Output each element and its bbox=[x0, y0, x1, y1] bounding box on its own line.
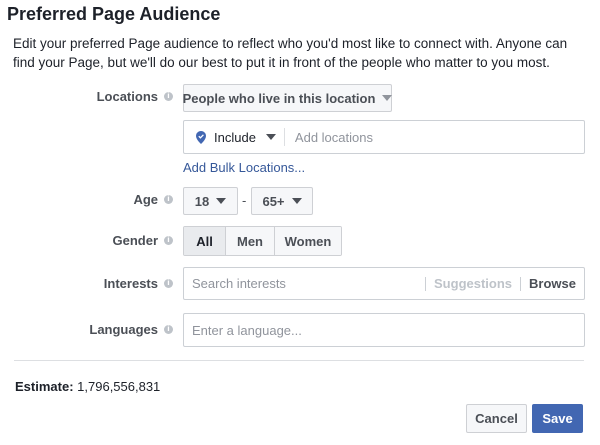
location-scope-dropdown[interactable]: People who live in this location bbox=[182, 84, 393, 112]
dialog-description: Edit your preferred Page audience to ref… bbox=[13, 36, 568, 70]
age-label-text: Age bbox=[133, 192, 158, 207]
languages-field bbox=[183, 313, 585, 347]
location-pin-icon bbox=[196, 130, 206, 144]
locations-label-text: Locations bbox=[96, 89, 158, 104]
cancel-button[interactable]: Cancel bbox=[466, 404, 527, 433]
dialog-title: Preferred Page Audience bbox=[7, 4, 221, 24]
age-max-dropdown[interactable]: 65+ bbox=[251, 187, 313, 215]
languages-input[interactable] bbox=[192, 322, 584, 338]
browse-button[interactable]: Browse bbox=[529, 276, 576, 291]
age-label: Age i bbox=[133, 192, 173, 207]
info-icon[interactable]: i bbox=[164, 92, 173, 101]
chevron-down-icon bbox=[265, 134, 276, 140]
locations-label: Locations i bbox=[97, 89, 173, 104]
gender-selector: All Men Women bbox=[183, 226, 342, 256]
chevron-down-icon bbox=[216, 198, 227, 204]
interests-label: Interests i bbox=[104, 276, 173, 291]
age-min-value: 18 bbox=[194, 193, 210, 209]
gender-label-text: Gender bbox=[112, 233, 158, 248]
include-dropdown[interactable]: Include bbox=[184, 121, 284, 153]
age-separator: - bbox=[242, 193, 247, 208]
audience-estimate: Estimate: 1,796,556,831 bbox=[15, 379, 160, 394]
interests-label-text: Interests bbox=[103, 276, 158, 291]
field-separator bbox=[425, 276, 427, 291]
field-separator bbox=[520, 276, 522, 291]
age-min-dropdown[interactable]: 18 bbox=[183, 187, 238, 215]
location-scope-label: People who live in this location bbox=[182, 90, 376, 106]
info-icon[interactable]: i bbox=[164, 236, 173, 245]
gender-option-women[interactable]: Women bbox=[274, 227, 341, 255]
estimate-value: 1,796,556,831 bbox=[77, 379, 161, 394]
gender-label: Gender i bbox=[112, 233, 173, 248]
locations-input[interactable] bbox=[294, 129, 584, 145]
languages-label: Languages i bbox=[89, 322, 173, 337]
gender-option-all[interactable]: All bbox=[184, 227, 225, 255]
interests-input[interactable] bbox=[192, 276, 426, 291]
gender-option-men[interactable]: Men bbox=[225, 227, 274, 255]
info-icon[interactable]: i bbox=[164, 279, 173, 288]
interests-field: Suggestions Browse bbox=[183, 267, 585, 300]
languages-label-text: Languages bbox=[89, 322, 158, 337]
field-separator bbox=[283, 128, 285, 146]
locations-field: Include bbox=[183, 120, 585, 154]
estimate-label: Estimate: bbox=[15, 379, 74, 394]
suggestions-button[interactable]: Suggestions bbox=[434, 276, 512, 291]
info-icon[interactable]: i bbox=[164, 325, 173, 334]
add-bulk-locations-link[interactable]: Add Bulk Locations... bbox=[183, 160, 305, 175]
info-icon[interactable]: i bbox=[164, 195, 173, 204]
divider bbox=[14, 360, 584, 361]
save-button[interactable]: Save bbox=[532, 404, 583, 433]
chevron-down-icon bbox=[382, 95, 393, 101]
chevron-down-icon bbox=[291, 198, 302, 204]
include-label: Include bbox=[214, 129, 256, 145]
age-max-value: 65+ bbox=[262, 193, 285, 209]
